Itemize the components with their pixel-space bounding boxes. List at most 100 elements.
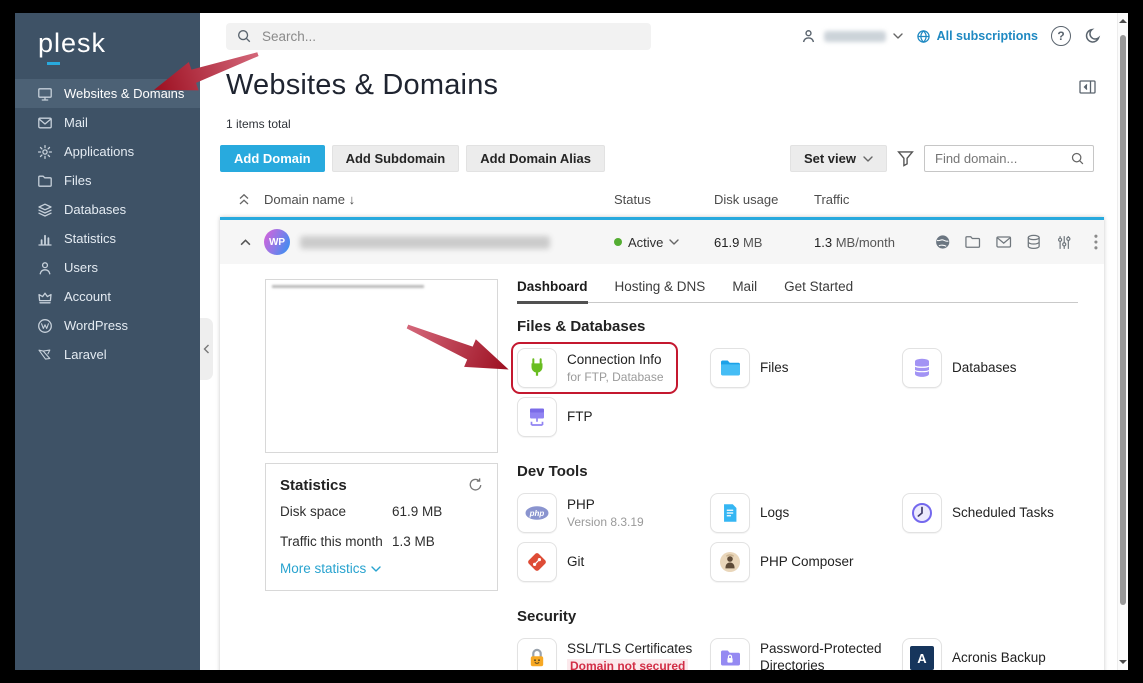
svg-text:A: A: [917, 651, 927, 666]
find-domain-input[interactable]: [933, 150, 1070, 167]
find-domain-box[interactable]: [924, 145, 1094, 172]
sidebar-item-files[interactable]: Files: [15, 166, 200, 195]
sidebar-item-label: Applications: [64, 144, 134, 159]
traffic-cell: 1.3 MB/month: [814, 235, 934, 250]
sidebar-item-label: Laravel: [64, 347, 107, 362]
scroll-up-arrow[interactable]: [1119, 19, 1127, 23]
sidebar-item-label: Statistics: [64, 231, 116, 246]
tab-hosting-dns[interactable]: Hosting & DNS: [615, 279, 706, 302]
git-tool[interactable]: Git: [517, 540, 710, 584]
ssl-tls-certificates-tool[interactable]: SSL/TLS Certificates Domain not secured: [517, 636, 710, 670]
sidebar-item-users[interactable]: Users: [15, 253, 200, 282]
items-total: 1 items total: [200, 102, 1118, 131]
databases-tool[interactable]: Databases: [902, 346, 1078, 390]
vertical-scrollbar[interactable]: [1117, 13, 1128, 670]
add-subdomain-button[interactable]: Add Subdomain: [332, 145, 460, 172]
scroll-down-arrow[interactable]: [1119, 660, 1127, 664]
sidebar-item-websites-domains[interactable]: Websites & Domains: [15, 79, 200, 108]
composer-icon: [710, 542, 750, 582]
page-title: Websites & Domains: [226, 69, 498, 102]
search-icon: [1070, 151, 1085, 166]
sidebar-item-applications[interactable]: Applications: [15, 137, 200, 166]
open-site-globe-icon[interactable]: [934, 233, 951, 251]
all-subscriptions-label: All subscriptions: [937, 29, 1038, 43]
tab-mail[interactable]: Mail: [732, 279, 757, 302]
collapse-row-icon[interactable]: [240, 239, 251, 246]
bar-chart-icon: [37, 231, 53, 247]
section-dev-tools: Dev Tools: [517, 463, 1078, 480]
sidebar-collapse-handle[interactable]: [200, 318, 213, 380]
collapse-all-icon[interactable]: [238, 193, 250, 206]
sort-indicator: ↓: [349, 192, 356, 207]
tab-get-started[interactable]: Get Started: [784, 279, 853, 302]
globe-icon: [916, 29, 931, 44]
all-subscriptions-link[interactable]: All subscriptions: [916, 29, 1038, 44]
statistics-title: Statistics: [280, 477, 347, 494]
folder-icon: [710, 348, 750, 388]
table-header: Domain name ↓ Status Disk usage Traffic: [220, 192, 1104, 207]
password-protected-directories-tool[interactable]: Password-Protected Directories: [710, 636, 902, 670]
disk-usage-cell: 61.9 MB: [714, 235, 814, 250]
files-tool[interactable]: Files: [710, 346, 902, 390]
sidebar-item-statistics[interactable]: Statistics: [15, 224, 200, 253]
sidebar-item-databases[interactable]: Databases: [15, 195, 200, 224]
sidebar-item-laravel[interactable]: Laravel: [15, 340, 200, 369]
more-statistics-link[interactable]: More statistics: [280, 561, 483, 576]
tab-dashboard[interactable]: Dashboard: [517, 279, 588, 304]
main-area: All subscriptions ? Websites & Domains 1…: [200, 13, 1128, 670]
mail-icon[interactable]: [995, 233, 1012, 251]
sidebar: plesk Websites & Domains Mail Applicatio…: [15, 13, 200, 670]
kebab-menu-icon[interactable]: [1094, 234, 1098, 250]
app-window: plesk Websites & Domains Mail Applicatio…: [15, 13, 1128, 670]
folder-icon: [37, 173, 53, 189]
scrollbar-thumb[interactable]: [1120, 35, 1126, 605]
sidebar-item-label: Users: [64, 260, 98, 275]
sidebar-item-label: Mail: [64, 115, 88, 130]
status-label: Active: [628, 235, 663, 250]
global-search[interactable]: [226, 23, 651, 50]
column-header-disk[interactable]: Disk usage: [714, 192, 814, 207]
sidebar-item-label: Databases: [64, 202, 126, 217]
user-menu[interactable]: [800, 28, 903, 45]
domain-name-redacted[interactable]: [300, 236, 550, 249]
ftp-tool[interactable]: FTP: [517, 395, 710, 439]
column-header-domain[interactable]: Domain name ↓: [264, 192, 614, 207]
chevron-down-icon: [371, 566, 381, 572]
scheduled-tasks-tool[interactable]: Scheduled Tasks: [902, 491, 1078, 535]
search-input[interactable]: [260, 28, 641, 45]
column-header-traffic[interactable]: Traffic: [814, 192, 934, 207]
status-dropdown[interactable]: Active: [614, 235, 714, 250]
php-tool[interactable]: php PHP Version 8.3.19: [517, 491, 710, 535]
log-document-icon: [710, 493, 750, 533]
database-icon[interactable]: [1025, 233, 1042, 251]
sidebar-item-account[interactable]: Account: [15, 282, 200, 311]
collapse-panel-icon[interactable]: [1079, 79, 1096, 95]
dark-mode-moon-icon[interactable]: [1084, 27, 1102, 45]
refresh-icon[interactable]: [468, 477, 483, 492]
gear-icon: [37, 144, 53, 160]
git-icon: [517, 542, 557, 582]
add-domain-button[interactable]: Add Domain: [220, 145, 325, 172]
sidebar-item-wordpress[interactable]: WordPress: [15, 311, 200, 340]
page-content: Websites & Domains 1 items total Add Dom…: [200, 59, 1118, 670]
column-header-status[interactable]: Status: [614, 192, 714, 207]
filter-funnel-icon[interactable]: [897, 150, 914, 167]
site-preview-thumbnail[interactable]: [265, 279, 498, 453]
php-composer-tool[interactable]: PHP Composer: [710, 540, 902, 584]
files-folder-icon[interactable]: [964, 233, 981, 251]
wordpress-icon: [37, 318, 53, 334]
domain-card: WP Active 61.9 MB 1.3 MB/month: [220, 217, 1104, 670]
acronis-backup-tool[interactable]: A Acronis Backup: [902, 636, 1078, 670]
mail-icon: [37, 115, 53, 131]
domain-row: WP Active 61.9 MB 1.3 MB/month: [220, 220, 1104, 264]
set-view-button[interactable]: Set view: [790, 145, 887, 172]
section-security: Security: [517, 608, 1078, 625]
row-actions: [934, 233, 1104, 251]
logs-tool[interactable]: Logs: [710, 491, 902, 535]
add-domain-alias-button[interactable]: Add Domain Alias: [466, 145, 605, 172]
clock-icon: [902, 493, 942, 533]
sidebar-item-mail[interactable]: Mail: [15, 108, 200, 137]
settings-sliders-icon[interactable]: [1056, 234, 1072, 251]
help-icon[interactable]: ?: [1051, 26, 1071, 46]
connection-info-tool[interactable]: Connection Info for FTP, Database: [511, 342, 678, 394]
